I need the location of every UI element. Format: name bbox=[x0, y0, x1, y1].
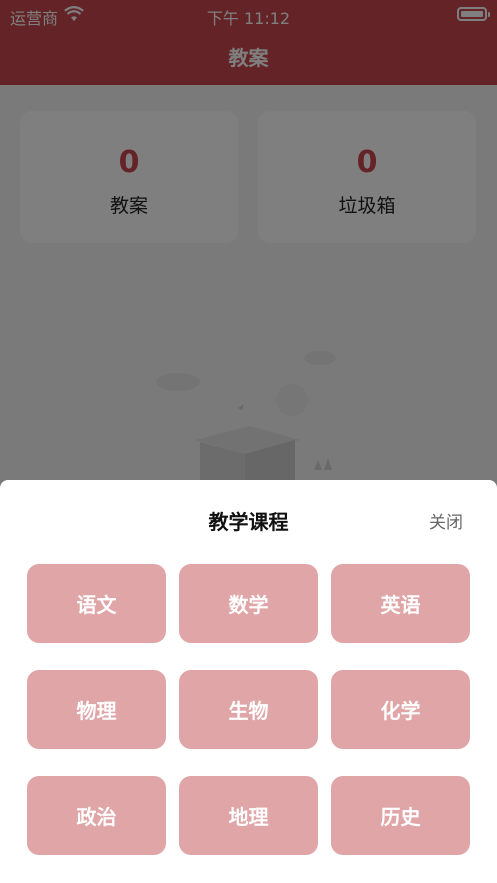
close-button[interactable]: 关闭 bbox=[429, 508, 463, 533]
course-button-biology[interactable]: 生物 bbox=[179, 670, 318, 749]
course-button-physics[interactable]: 物理 bbox=[27, 670, 166, 749]
course-button-chinese[interactable]: 语文 bbox=[27, 564, 166, 643]
course-button-geography[interactable]: 地理 bbox=[179, 776, 318, 855]
course-button-math[interactable]: 数学 bbox=[179, 564, 318, 643]
course-button-english[interactable]: 英语 bbox=[331, 564, 470, 643]
sheet-title: 教学课程 bbox=[208, 510, 289, 534]
course-button-chemistry[interactable]: 化学 bbox=[331, 670, 470, 749]
course-button-politics[interactable]: 政治 bbox=[27, 776, 166, 855]
course-sheet: 教学课程 关闭 语文 数学 英语 物理 生物 化学 政治 地理 历史 bbox=[0, 480, 497, 883]
course-button-history[interactable]: 历史 bbox=[331, 776, 470, 855]
